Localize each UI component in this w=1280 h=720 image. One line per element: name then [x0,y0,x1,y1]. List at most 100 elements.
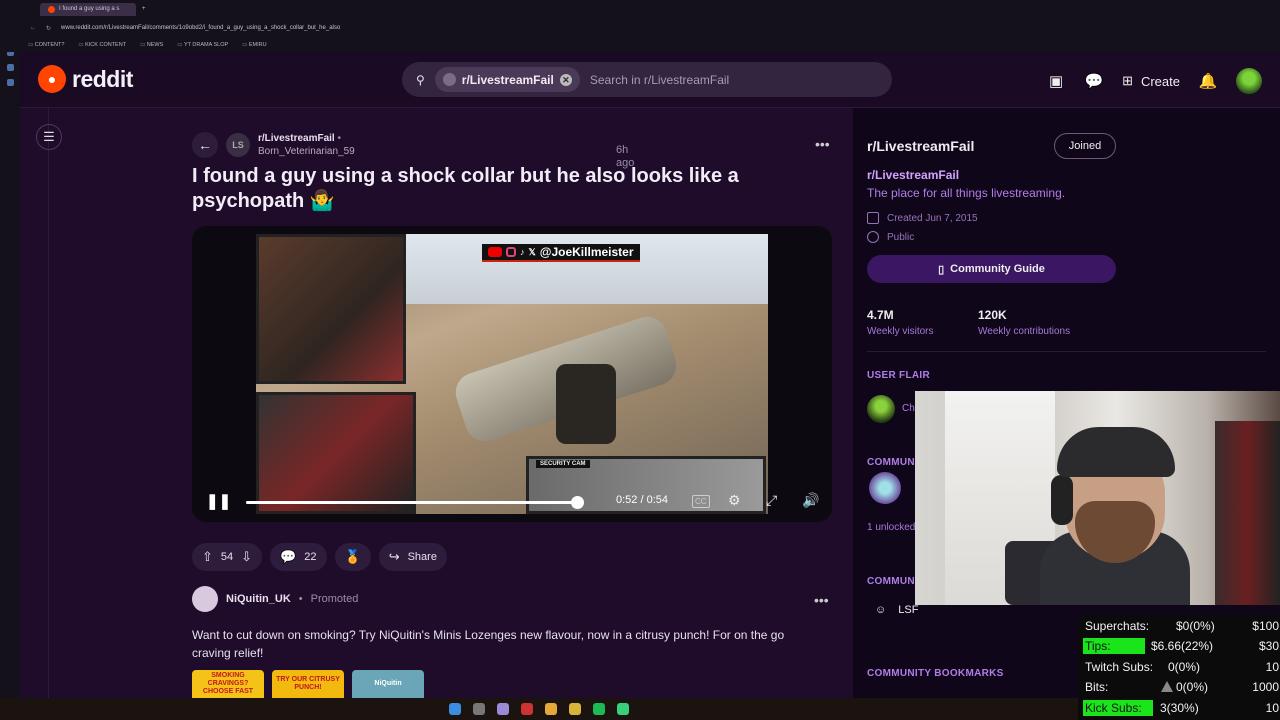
header-actions: ▣ 💬 ⊞ Create 🔔 [1046,68,1262,94]
guide-label: Community Guide [950,263,1045,275]
video-time: 0:52 / 0:54 [616,494,668,506]
back-arrow-icon[interactable]: ← [192,132,218,158]
award-button[interactable]: 🏅 [334,543,371,571]
url-text[interactable]: www.reddit.com/r/LivestreamFail/comments… [61,25,340,31]
tips-label: Tips: [1083,638,1145,654]
visitors-value: 4.7M [867,308,894,322]
windows-taskbar [0,698,1078,720]
taskbar-search-icon[interactable] [473,703,485,715]
video-social-banner: ♪ 𝕏 @JoeKillmeister [482,244,640,262]
joined-button[interactable]: Joined [1054,133,1116,159]
downvote-icon[interactable]: ⇩ [241,549,252,565]
lsf-row[interactable]: ☺ LSF [875,604,918,616]
search-input[interactable]: Search in r/LivestreamFail [590,73,729,87]
bookmark-folder[interactable]: EMIRU [242,42,267,48]
stream-goals-overlay: Superchats: $0(0%) $100 Tips: $6.66(22%)… [1078,615,1280,720]
share-icon: ↪ [388,549,400,564]
unlocked-count[interactable]: 1 unlocked [867,522,915,533]
search-subreddit-chip[interactable]: r/LivestreamFail ✕ [434,67,580,92]
sidebar-subreddit-name: r/LivestreamFail [867,168,960,182]
superchats-row: Superchats: $0(0%) $100 [1083,616,1279,636]
video-progress-fill [246,501,578,504]
comment-count: 22 [304,551,317,563]
promo-more-options-icon[interactable]: ••• [814,592,829,608]
browser-tab[interactable]: I found a guy using a s [40,2,136,16]
search-bar[interactable]: ⚲ r/LivestreamFail ✕ Search in r/Livestr… [402,62,892,97]
bookmark-folder[interactable]: CONTENT? [28,42,65,48]
twitch-subs-value: 0(0%) [1168,660,1201,674]
bookmarks-bar: CONTENT? KICK CONTENT NEWS YT DRAMA SLOP… [0,38,1280,52]
video-scrubber-handle[interactable] [571,496,585,509]
visitors-label: Weekly visitors [867,326,934,337]
promo-thumbnail[interactable]: NiQuitin [352,670,424,698]
video-controls: ❚❚ 0:52 / 0:54 CC ⚙ ⤢ 🔊 [192,482,832,522]
subreddit-icon[interactable]: LS [226,133,250,157]
chat-icon[interactable]: 💬 [1084,71,1104,91]
bits-goal: 1000 [1252,680,1279,694]
hamburger-menu-icon[interactable]: ☰ [36,124,62,150]
bits-label: Bits: [1085,680,1109,694]
settings-gear-icon[interactable]: ⚙ [728,492,741,509]
community-guide-button[interactable]: ▯ Community Guide [867,255,1116,283]
share-button[interactable]: ↪ Share [378,543,447,571]
video-player[interactable]: SECURITY CAM ♪ 𝕏 @JoeKillmeister ❚❚ 0:52… [192,226,832,522]
clear-chip-icon[interactable]: ✕ [559,73,572,86]
taskbar-app-icon[interactable] [545,703,557,715]
reddit-favicon-icon [48,5,55,13]
flair-text[interactable]: Ch [902,403,915,414]
bell-icon[interactable]: 🔔 [1198,71,1218,91]
webcam-overlay [915,391,1280,605]
bits-row: Bits: 0(0%) 1000 [1083,677,1279,697]
spotify-icon[interactable] [593,703,605,715]
post-subreddit-link[interactable]: r/LivestreamFail [258,133,335,144]
promo-body[interactable]: Want to cut down on smoking? Try NiQuiti… [192,626,812,662]
achievement-badge[interactable] [869,472,901,504]
address-bar[interactable]: ← ↻ www.reddit.com/r/LivestreamFail/comm… [0,18,1280,38]
contributions-stat: 120K Weekly contributions [978,308,1070,337]
search-icon: ⚲ [416,72,425,87]
reload-icon[interactable]: ↻ [46,25,51,32]
new-tab-icon[interactable]: + [142,6,146,12]
sidebar-app-icon[interactable] [6,79,14,86]
webcam-coats-bg [1215,421,1280,605]
volume-icon[interactable]: 🔊 [802,492,819,509]
twitch-subs-goal: 10 [1265,660,1279,674]
twitch-subs-label: Twitch Subs: [1085,660,1154,674]
taskbar-app-icon[interactable] [617,703,629,715]
bookmark-folder[interactable]: KICK CONTENT [78,42,126,48]
post-actions: ⇧ 54 ⇩ 💬 22 🏅 ↪ Share [192,543,447,571]
captions-icon[interactable]: CC [692,495,710,508]
promo-avatar[interactable] [192,586,218,612]
post-more-options-icon[interactable]: ••• [815,136,830,152]
flair-avatar[interactable] [867,395,895,423]
sidebar-app-icon[interactable] [6,64,14,71]
tab-title: I found a guy using a s [59,6,120,12]
comments-button[interactable]: 💬 22 [270,543,327,571]
bookmark-folder[interactable]: NEWS [140,42,164,48]
headphones-icon [1051,475,1073,525]
user-avatar[interactable] [1236,68,1262,94]
instagram-icon [506,247,516,257]
windows-start-icon[interactable] [449,703,461,715]
ad-icon[interactable]: ▣ [1046,71,1066,91]
tips-row: Tips: $6.66(22%) $30 [1083,636,1279,656]
pause-icon[interactable]: ❚❚ [206,492,231,510]
taskbar-app-icon[interactable] [521,703,533,715]
video-cam-overlay [256,234,406,384]
taskbar-app-icon[interactable] [497,703,509,715]
promo-thumbnails: SMOKING CRAVINGS? CHOOSE FAST TRY OUR CI… [192,670,832,698]
reddit-logo[interactable]: ● reddit [38,65,133,93]
create-button[interactable]: ⊞ Create [1122,73,1180,89]
upvote-icon[interactable]: ⇧ [202,549,213,565]
share-label: Share [407,551,437,563]
post-author-link[interactable]: Born_Veterinarian_59 [258,145,355,158]
fullscreen-icon[interactable]: ⤢ [766,492,777,509]
browser-chrome: I found a guy using a s + ← ↻ www.reddit… [0,0,1280,52]
bookmark-folder[interactable]: YT DRAMA SLOP [177,42,228,48]
back-nav-icon[interactable]: ← [30,25,36,31]
taskbar-folder-icon[interactable] [569,703,581,715]
promo-thumbnail[interactable]: SMOKING CRAVINGS? CHOOSE FAST [192,670,264,698]
promo-name[interactable]: NiQuitin_UK [226,593,291,605]
video-progress-bar[interactable] [246,496,590,509]
promo-thumbnail[interactable]: TRY OUR CITRUSY PUNCH! [272,670,344,698]
